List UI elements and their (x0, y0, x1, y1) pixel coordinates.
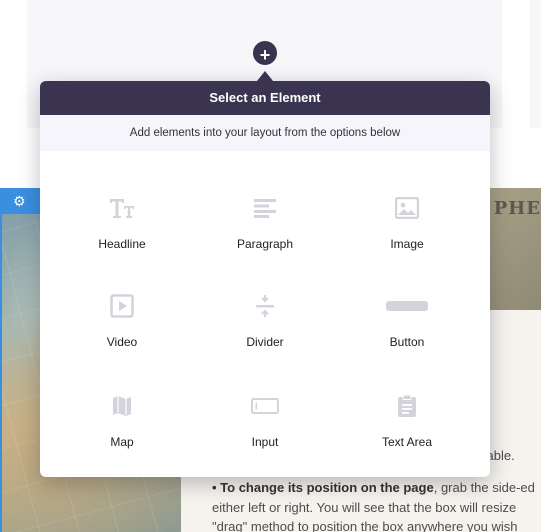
element-video[interactable]: Video (47, 263, 197, 353)
image-icon (392, 195, 422, 221)
element-button[interactable]: Button (332, 263, 482, 353)
banner-text: PHE (493, 198, 541, 219)
element-label: Input (251, 435, 279, 449)
element-paragraph[interactable]: Paragraph (190, 165, 340, 255)
element-grid: Headline Paragraph Image Video Divider B… (40, 151, 490, 477)
element-label: Video (106, 335, 138, 349)
element-label: Headline (98, 237, 146, 251)
content-text-line: • To change its position on the page, gr… (212, 480, 535, 495)
add-element-button[interactable]: + (251, 39, 279, 67)
element-label: Divider (246, 335, 284, 349)
map-icon (107, 393, 137, 419)
paragraph-icon (250, 195, 280, 221)
element-label: Text Area (381, 435, 433, 449)
content-text-line: "drag" method to position the box anywhe… (212, 519, 518, 532)
element-headline[interactable]: Headline (47, 165, 197, 255)
content-text-line: either left or right. You will see that … (212, 500, 517, 515)
content-text-bold: • To change its position on the page (212, 480, 434, 495)
input-icon (250, 393, 280, 419)
element-label: Button (389, 335, 425, 349)
popover-subtitle: Add elements into your layout from the o… (40, 115, 490, 151)
video-icon (107, 293, 137, 319)
side-panel-edge (530, 0, 541, 128)
content-text-rest: , grab the side-ed (433, 480, 535, 495)
divider-icon (250, 293, 280, 319)
headline-icon (107, 195, 137, 221)
section-selection-border (0, 214, 2, 532)
element-input[interactable]: Input (190, 363, 340, 453)
element-label: Paragraph (236, 237, 294, 251)
text-area-icon (392, 393, 422, 419)
button-icon (385, 293, 429, 319)
gear-icon: ⚙ (13, 193, 26, 209)
element-label: Image (390, 237, 424, 251)
element-label: Map (110, 435, 134, 449)
element-map[interactable]: Map (47, 363, 197, 453)
select-element-popover: Select an Element Add elements into your… (40, 81, 490, 477)
section-settings-button[interactable]: ⚙ (0, 188, 40, 214)
element-text-area[interactable]: Text Area (332, 363, 482, 453)
popover-pointer (257, 71, 273, 81)
element-divider[interactable]: Divider (190, 263, 340, 353)
element-image[interactable]: Image (332, 165, 482, 255)
popover-title: Select an Element (40, 81, 490, 115)
